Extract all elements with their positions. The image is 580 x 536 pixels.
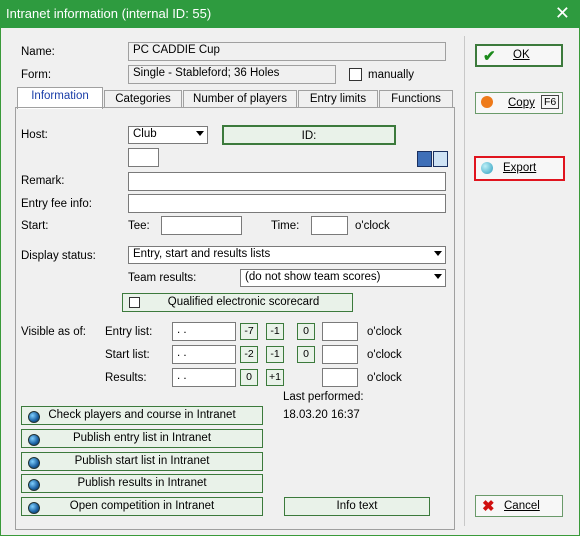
window-title: Intranet information (internal ID: 55)	[6, 6, 212, 21]
publish-results-button[interactable]: Publish results in Intranet	[21, 474, 263, 493]
ok-button[interactable]: ✔ OK	[475, 44, 563, 67]
start-minus1-button[interactable]: -1	[266, 346, 284, 363]
visible-as-of-label: Visible as of:	[21, 326, 86, 338]
close-icon[interactable]: ✕	[555, 3, 570, 24]
check-players-button[interactable]: Check players and course in Intranet	[21, 406, 263, 425]
globe-icon	[28, 457, 40, 469]
manually-label: manually	[368, 69, 415, 81]
tee-label: Tee:	[128, 220, 150, 232]
column-divider	[464, 36, 465, 526]
start-list-time[interactable]	[322, 345, 358, 364]
entry-oclock: o'clock	[367, 326, 402, 338]
cancel-label: Cancel	[504, 500, 540, 512]
title-bar: Intranet information (internal ID: 55) ✕	[0, 0, 580, 28]
export-icon	[481, 162, 493, 174]
copy-label: Copy	[508, 97, 535, 109]
entry-minus1-button[interactable]: -1	[266, 323, 284, 340]
name-label: Name:	[21, 46, 55, 58]
check-icon: ✔	[483, 48, 496, 65]
chevron-down-icon	[434, 274, 442, 279]
id-button[interactable]: ID:	[222, 125, 396, 145]
form-label: Form:	[21, 69, 52, 81]
export-button[interactable]: Export	[474, 156, 565, 181]
results-plus1-button[interactable]: +1	[266, 369, 284, 386]
entry-zero-button[interactable]: 0	[297, 323, 315, 340]
open-competition-button[interactable]: Open competition in Intranet	[21, 497, 263, 516]
entry-fee-field[interactable]	[128, 194, 446, 213]
start-minus2-button[interactable]: -2	[240, 346, 258, 363]
remark-field[interactable]	[128, 172, 446, 191]
search-icon[interactable]	[433, 151, 448, 167]
dialog-body: Name: PC CADDIE Cup Form: Single - Stabl…	[1, 28, 579, 535]
results-time[interactable]	[322, 368, 358, 387]
globe-icon	[28, 434, 40, 446]
info-text-button[interactable]: Info text	[284, 497, 430, 516]
publish-entry-button[interactable]: Publish entry list in Intranet	[21, 429, 263, 448]
tab-functions[interactable]: Functions	[379, 90, 453, 108]
entry-fee-label: Entry fee info:	[21, 198, 92, 210]
manually-checkbox[interactable]	[349, 68, 362, 81]
host-select-value: Club	[133, 128, 157, 140]
globe-icon	[28, 479, 40, 491]
results-label: Results:	[105, 372, 147, 384]
close-icon: ✖	[482, 498, 495, 515]
display-status-select[interactable]: Entry, start and results lists	[128, 246, 446, 264]
team-results-select[interactable]: (do not show team scores)	[240, 269, 446, 287]
host-select[interactable]: Club	[128, 126, 208, 144]
copy-icon	[481, 96, 493, 108]
results-zero-button[interactable]: 0	[240, 369, 258, 386]
host-id-field[interactable]	[128, 148, 159, 167]
oclock-label: o'clock	[355, 220, 390, 232]
export-label: Export	[503, 162, 537, 174]
entry-list-label: Entry list:	[105, 326, 153, 338]
display-status-label: Display status:	[21, 250, 96, 262]
start-label: Start:	[21, 220, 49, 232]
time-field[interactable]	[311, 216, 348, 235]
copy-shortcut: F6	[541, 95, 560, 109]
team-results-value: (do not show team scores)	[245, 271, 381, 283]
start-list-date[interactable]: . .	[172, 345, 236, 364]
globe-icon	[28, 502, 40, 514]
chevron-down-icon	[196, 131, 204, 136]
publish-results-label: Publish results in Intranet	[77, 477, 207, 489]
qualified-scorecard-toggle[interactable]: Qualified electronic scorecard	[122, 293, 353, 312]
globe-icon	[28, 411, 40, 423]
results-oclock: o'clock	[367, 372, 402, 384]
tab-entry-limits[interactable]: Entry limits	[298, 90, 378, 108]
qualified-label: Qualified electronic scorecard	[167, 296, 320, 308]
entry-minus7-button[interactable]: -7	[240, 323, 258, 340]
publish-entry-label: Publish entry list in Intranet	[72, 432, 212, 444]
chevron-down-icon	[434, 251, 442, 256]
open-competition-label: Open competition in Intranet	[69, 500, 215, 512]
display-status-value: Entry, start and results lists	[133, 248, 271, 260]
tab-information[interactable]: Information	[17, 87, 103, 109]
results-date[interactable]: . .	[172, 368, 236, 387]
name-field[interactable]: PC CADDIE Cup	[128, 42, 446, 61]
last-performed-label: Last performed:	[283, 391, 364, 403]
start-zero-button[interactable]: 0	[297, 346, 315, 363]
host-label: Host:	[21, 129, 48, 141]
cancel-button[interactable]: ✖ Cancel	[475, 495, 563, 517]
ok-label: OK	[513, 49, 530, 61]
entry-list-time[interactable]	[322, 322, 358, 341]
tab-number-of-players[interactable]: Number of players	[183, 90, 297, 108]
publish-start-button[interactable]: Publish start list in Intranet	[21, 452, 263, 471]
remark-label: Remark:	[21, 175, 65, 187]
form-field[interactable]: Single - Stableford; 36 Holes	[128, 65, 336, 84]
check-players-label: Check players and course in Intranet	[48, 409, 236, 421]
qualified-checkbox[interactable]	[129, 297, 140, 308]
entry-list-date[interactable]: . .	[172, 322, 236, 341]
start-oclock: o'clock	[367, 349, 402, 361]
tee-field[interactable]	[161, 216, 242, 235]
publish-start-label: Publish start list in Intranet	[74, 455, 210, 467]
list-icon[interactable]	[417, 151, 432, 167]
last-performed-value: 18.03.20 16:37	[283, 409, 360, 421]
copy-button[interactable]: Copy F6	[475, 92, 563, 114]
start-list-label: Start list:	[105, 349, 150, 361]
time-label: Time:	[271, 220, 300, 232]
tab-categories[interactable]: Categories	[104, 90, 182, 108]
team-results-label: Team results:	[128, 272, 197, 284]
